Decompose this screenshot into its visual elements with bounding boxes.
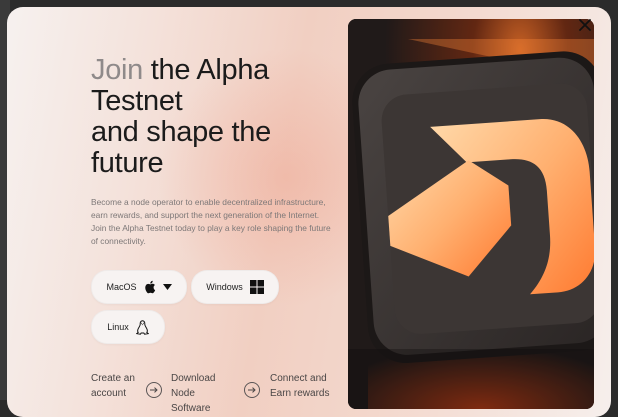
apple-icon: [144, 280, 156, 294]
glowing-logo-icon: [348, 19, 594, 409]
step-create-account: Create an account: [91, 373, 135, 399]
linux-download-button[interactable]: Linux: [91, 310, 165, 344]
macos-label: MacOS: [106, 282, 137, 292]
chevron-down-icon: [162, 284, 172, 290]
windows-icon: [249, 280, 264, 294]
windows-label: Windows: [206, 282, 243, 292]
modal-title: Join the Alpha Testnet and shape the fut…: [91, 55, 271, 179]
hero-image: [348, 19, 594, 409]
title-highlight: Join: [91, 54, 143, 86]
title-line2: Testnet: [91, 85, 183, 117]
close-icon: [579, 19, 591, 31]
step-connect-earn: Connect and Earn rewards: [270, 373, 330, 399]
linux-icon: [135, 319, 149, 335]
windows-download-button[interactable]: Windows: [191, 270, 279, 304]
linux-label: Linux: [107, 322, 129, 332]
macos-download-button[interactable]: MacOS: [91, 270, 187, 304]
arrow-right-icon: [244, 382, 260, 398]
title-line4: future: [91, 147, 164, 179]
title-line3: and shape the: [91, 116, 271, 148]
title-line1: the Alpha: [143, 54, 270, 86]
close-button[interactable]: [577, 17, 593, 33]
step-download-node: Download Node Software: [171, 373, 216, 414]
modal-description: Become a node operator to enable decentr…: [91, 197, 331, 246]
arrow-right-icon: [146, 382, 162, 398]
